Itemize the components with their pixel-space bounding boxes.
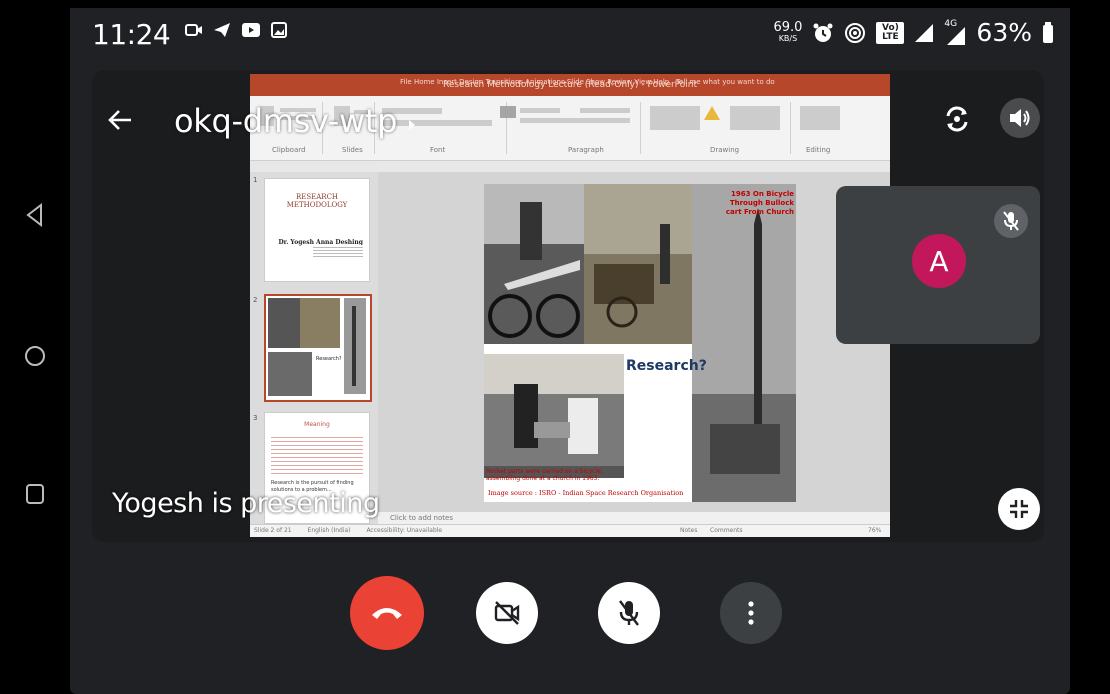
slide-overlay-title: 1963 On Bicycle Through Bullock cart Fro…	[725, 190, 794, 216]
slide-research-text: Research?	[626, 358, 707, 374]
more-options-button[interactable]	[720, 582, 782, 644]
telegram-icon	[214, 23, 230, 37]
camera-toggle-button[interactable]	[476, 582, 538, 644]
nav-home-button[interactable]	[20, 341, 50, 371]
ribbon-group-drawing: Drawing	[710, 146, 740, 154]
video-call-notification-icon	[185, 24, 202, 36]
caret-right-icon	[409, 120, 416, 130]
ppt-notes[interactable]: Click to add notes	[378, 512, 890, 524]
presenting-label: Yogesh is presenting	[112, 488, 380, 519]
status-slide: Slide 2 of 21	[254, 527, 292, 534]
ppt-tell-me: Tell me what you want to do	[675, 78, 775, 86]
android-nav-bar	[0, 0, 70, 694]
notification-icons	[185, 22, 287, 38]
notes-placeholder: Click to add notes	[390, 514, 453, 522]
call-end-icon	[372, 608, 402, 619]
current-slide[interactable]: 1963 On Bicycle Through Bullock cart Fro…	[484, 184, 796, 502]
participant-avatar: A	[912, 234, 966, 288]
shared-screen: Research Methodology Lecture (Read-Only)…	[250, 74, 890, 537]
hotspot-icon	[845, 22, 866, 43]
back-button[interactable]	[104, 104, 136, 136]
status-time: 11:24	[92, 18, 171, 51]
signal-4g-icon	[947, 26, 966, 45]
switch-camera-button[interactable]	[938, 100, 976, 138]
slide-thumbnail-1[interactable]: RESEARCH METHODOLOGY Dr. Yogesh Anna Des…	[264, 178, 370, 282]
status-lang: English (India)	[307, 527, 351, 534]
participant-muted-indicator	[994, 204, 1028, 238]
ribbon-group-clipboard: Clipboard	[272, 146, 306, 154]
ppt-ribbon-tabs: File Home Insert Design Transitions Anim…	[400, 78, 775, 86]
meeting-code[interactable]: okq-dmsv-wtp	[174, 102, 417, 140]
speaker-icon	[1010, 109, 1030, 127]
svg-text:Research?: Research?	[316, 356, 342, 362]
thumb3-lines	[271, 434, 363, 474]
thumb2-image: Research?	[268, 298, 366, 396]
meeting-code-text: okq-dmsv-wtp	[174, 102, 398, 140]
slide-caption: Rocket parts were carried on a bicycle; …	[486, 468, 603, 482]
minimize-button[interactable]	[998, 488, 1040, 530]
end-call-button[interactable]	[350, 576, 424, 650]
self-view-tile[interactable]: A	[836, 186, 1040, 344]
signal-icon	[915, 23, 934, 42]
status-zoom: 76%	[868, 527, 882, 534]
ribbon-group-font: Font	[430, 146, 446, 154]
status-accessibility: Accessibility: Unavailable	[366, 527, 443, 534]
network-speed: 69.0 KB/S	[773, 19, 803, 44]
participant-initial: A	[929, 244, 949, 278]
thumb1-lines	[313, 245, 363, 259]
youtube-icon	[242, 23, 260, 37]
nav-back-button[interactable]	[20, 200, 50, 230]
audio-output-button[interactable]	[1000, 98, 1040, 138]
slide-thumbnails: 1 RESEARCH METHODOLOGY Dr. Yogesh Anna D…	[250, 172, 378, 524]
status-notes: Notes	[680, 527, 698, 534]
mic-off-icon	[1003, 211, 1019, 231]
mic-off-icon	[619, 600, 639, 626]
nav-recents-icon	[26, 484, 44, 504]
gallery-icon	[271, 22, 287, 38]
slide-image-source: Image source : ISRO - Indian Space Resea…	[488, 489, 684, 497]
ppt-status-bar: Slide 2 of 21 English (India) Accessibil…	[250, 524, 890, 537]
status-bar: 11:24 69.0 KB/S Vo) LTE 4G 63%	[70, 8, 1070, 64]
arrow-left-icon	[108, 110, 131, 130]
thumb-number: 3	[253, 414, 258, 422]
thumb-number: 2	[253, 296, 258, 304]
volte-text: Vo) LTE	[882, 22, 899, 42]
battery-icon	[1043, 21, 1053, 43]
thumb3-heading: Meaning	[304, 421, 330, 428]
slide-thumbnail-2-selected[interactable]: Research?	[264, 294, 372, 402]
more-vert-icon	[748, 601, 754, 625]
minimize-icon	[1010, 500, 1028, 518]
phone-screen: 11:24 69.0 KB/S Vo) LTE 4G 63% Research …	[70, 8, 1070, 694]
slide-photos	[484, 184, 796, 502]
nav-recents-button[interactable]	[20, 479, 50, 509]
network-type: 4G	[944, 18, 958, 29]
ppt-tabs-text: File Home Insert Design Transitions Anim…	[400, 78, 670, 86]
thumb-number: 1	[253, 176, 258, 184]
thumb1-title: RESEARCH METHODOLOGY	[286, 193, 348, 209]
network-speed-value: 69.0	[773, 19, 803, 35]
mic-toggle-button[interactable]	[598, 582, 660, 644]
slide-canvas: 1963 On Bicycle Through Bullock cart Fro…	[378, 172, 890, 512]
battery-percent: 63%	[976, 18, 1032, 47]
ribbon-group-slides: Slides	[342, 146, 363, 154]
call-controls	[70, 568, 1070, 658]
presentation-video[interactable]: Research Methodology Lecture (Read-Only)…	[92, 70, 1044, 542]
nav-back-icon	[26, 203, 42, 227]
nav-home-icon	[25, 346, 45, 366]
volte-badge: Vo) LTE	[876, 21, 905, 44]
signal-4g: 4G	[944, 19, 966, 45]
alarm-icon	[813, 23, 833, 42]
system-status-icons: 69.0 KB/S Vo) LTE 4G 63%	[773, 18, 1054, 47]
videocam-off-icon	[494, 601, 520, 625]
ribbon-group-editing: Editing	[806, 146, 831, 154]
ribbon-group-paragraph: Paragraph	[568, 146, 604, 154]
camera-switch-icon	[946, 106, 968, 132]
status-comments: Comments	[710, 527, 743, 534]
